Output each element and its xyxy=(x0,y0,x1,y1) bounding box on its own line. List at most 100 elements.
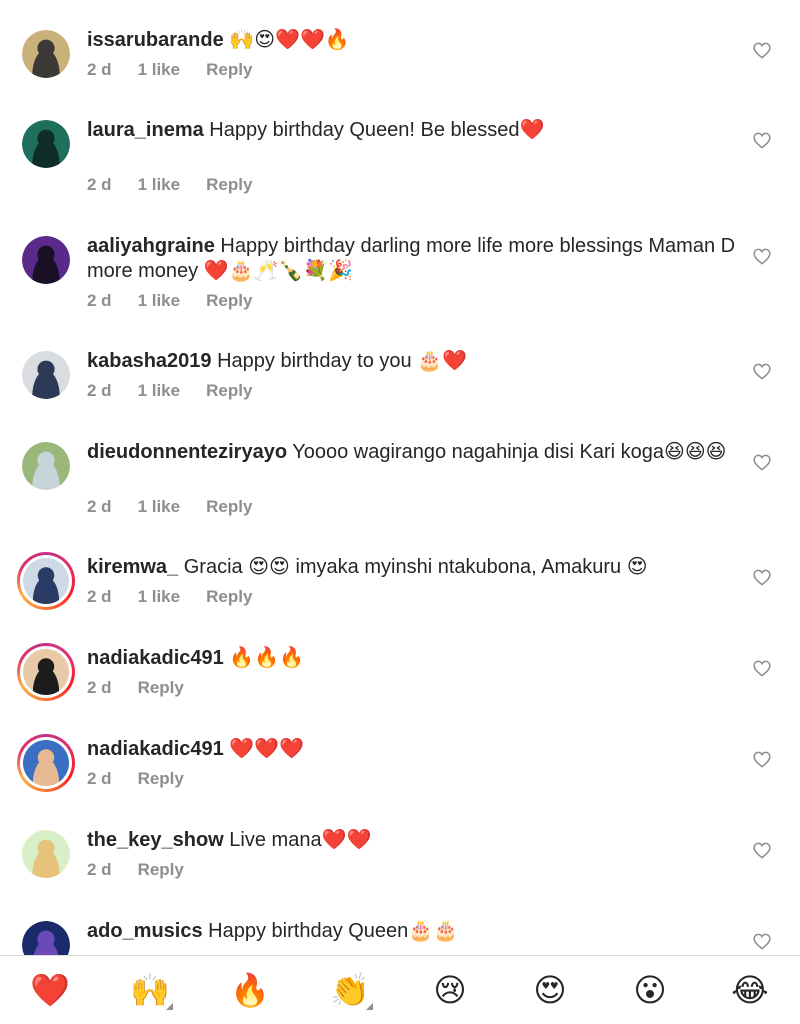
heart-outline-icon[interactable] xyxy=(751,451,773,473)
comment-like-count[interactable]: 1 like xyxy=(138,587,181,607)
comment-username[interactable]: kabasha2019 xyxy=(87,350,212,372)
avatar[interactable] xyxy=(22,442,70,490)
reply-button[interactable]: Reply xyxy=(206,60,252,80)
avatar[interactable] xyxy=(17,552,75,610)
comment-like-count[interactable]: 1 like xyxy=(138,291,181,311)
comment-username[interactable]: ado_musics xyxy=(87,920,203,942)
comment-body: dieudonnenteziryayo Yoooo wagirango naga… xyxy=(87,440,737,465)
comment-meta: 2 d 1 like Reply xyxy=(87,497,278,517)
comment-timestamp: 2 d xyxy=(87,497,112,516)
comment-text: ❤️❤️❤️ xyxy=(223,738,305,760)
avatar[interactable] xyxy=(22,120,70,168)
heart-outline-icon[interactable] xyxy=(751,245,773,267)
heart-outline-icon[interactable] xyxy=(751,360,773,382)
crying-face-icon: 😢 xyxy=(433,971,467,1009)
avatar[interactable] xyxy=(22,921,70,955)
comment-like-count[interactable]: 1 like xyxy=(138,175,181,195)
comment-body: nadiakadic491 🔥🔥🔥 xyxy=(87,646,737,671)
variant-indicator-icon xyxy=(166,1003,173,1010)
reply-button[interactable]: Reply xyxy=(138,678,184,698)
comment-timestamp: 2 d xyxy=(87,175,112,194)
heart-outline-icon[interactable] xyxy=(751,839,773,861)
heart-outline-icon[interactable] xyxy=(751,930,773,952)
comment-meta: 2 d Reply xyxy=(87,678,210,698)
emoji-raising-hands-button[interactable]: 🙌 xyxy=(125,968,175,1012)
avatar[interactable] xyxy=(22,236,70,284)
comment-meta: 2 d Reply xyxy=(87,769,210,789)
reply-button[interactable]: Reply xyxy=(206,587,252,607)
reply-button[interactable]: Reply xyxy=(206,497,252,517)
comment-timestamp: 2 d xyxy=(87,678,112,697)
reply-button[interactable]: Reply xyxy=(206,175,252,195)
emoji-heart-button[interactable]: ❤️ xyxy=(25,968,75,1012)
comment-username[interactable]: nadiakadic491 xyxy=(87,647,224,669)
comment-timestamp: 2 d xyxy=(87,860,112,879)
comment-like-count[interactable]: 1 like xyxy=(138,497,181,517)
comment-text: Happy birthday to you 🎂❤️ xyxy=(211,350,468,372)
comment-body: kiremwa_ Gracia 😍😍 imyaka myinshi ntakub… xyxy=(87,555,737,580)
comment-username[interactable]: aaliyahgraine xyxy=(87,235,215,257)
surprised-face-icon: 😮 xyxy=(633,971,667,1009)
comment-username[interactable]: nadiakadic491 xyxy=(87,738,224,760)
variant-indicator-icon xyxy=(366,1003,373,1010)
comment-body: kabasha2019 Happy birthday to you 🎂❤️ xyxy=(87,349,737,374)
fire-icon: 🔥 xyxy=(230,971,270,1009)
reply-button[interactable]: Reply xyxy=(206,291,252,311)
emoji-heart-eyes-button[interactable]: 😍 xyxy=(525,968,575,1012)
comment-timestamp: 2 d xyxy=(87,381,112,400)
comment-username[interactable]: issarubarande xyxy=(87,29,224,51)
avatar[interactable] xyxy=(17,734,75,792)
heart-outline-icon[interactable] xyxy=(751,129,773,151)
comment-list: issarubarande 🙌😍❤️❤️🔥 2 d 1 like Reply laura… xyxy=(0,0,800,955)
comment-text: 🙌😍❤️❤️🔥 xyxy=(223,29,350,51)
comment-timestamp: 2 d xyxy=(87,291,112,310)
comment-timestamp: 2 d xyxy=(87,769,112,788)
comment-timestamp: 2 d xyxy=(87,587,112,606)
comment-text: Live mana❤️❤️ xyxy=(223,829,372,851)
avatar[interactable] xyxy=(22,830,70,878)
heart-outline-icon[interactable] xyxy=(751,39,773,61)
comment-meta: 2 d 1 like Reply xyxy=(87,60,278,80)
emoji-tears-of-joy-button[interactable]: 😂 xyxy=(725,968,775,1012)
comment-text: Happy birthday Queen🎂🎂 xyxy=(202,920,459,942)
comment-meta: 2 d Reply xyxy=(87,860,210,880)
avatar[interactable] xyxy=(22,351,70,399)
clapping-hands-icon: 👏 xyxy=(330,971,370,1009)
reply-button[interactable]: Reply xyxy=(138,860,184,880)
comment-username[interactable]: dieudonnenteziryayo xyxy=(87,441,287,463)
reply-button[interactable]: Reply xyxy=(138,769,184,789)
comment-body: issarubarande 🙌😍❤️❤️🔥 xyxy=(87,28,737,53)
comment-username[interactable]: laura_inema xyxy=(87,119,204,141)
comment-like-count[interactable]: 1 like xyxy=(138,381,181,401)
heart-eyes-icon: 😍 xyxy=(533,971,567,1009)
comment-body: ado_musics Happy birthday Queen🎂🎂 xyxy=(87,919,737,944)
comment-meta: 2 d 1 like Reply xyxy=(87,381,278,401)
tears-of-joy-icon: 😂 xyxy=(731,971,769,1009)
emoji-surprised-face-button[interactable]: 😮 xyxy=(625,968,675,1012)
comment-meta: 2 d 1 like Reply xyxy=(87,587,278,607)
heart-outline-icon[interactable] xyxy=(751,566,773,588)
emoji-reaction-tray: ❤️ 🙌 🔥 👏 😢 😍 😮 😂 xyxy=(0,955,800,1024)
comment-body: laura_inema Happy birthday Queen! Be ble… xyxy=(87,118,737,143)
comment-username[interactable]: the_key_show xyxy=(87,829,224,851)
comment-text: Gracia 😍😍 imyaka myinshi ntakubona, Amak… xyxy=(178,556,648,578)
emoji-clapping-hands-button[interactable]: 👏 xyxy=(325,968,375,1012)
avatar[interactable] xyxy=(17,643,75,701)
heart-outline-icon[interactable] xyxy=(751,748,773,770)
comment-body: aaliyahgraine Happy birthday darling mor… xyxy=(87,234,737,284)
heart-icon: ❤️ xyxy=(30,971,70,1009)
comment-like-count[interactable]: 1 like xyxy=(138,60,181,80)
comment-timestamp: 2 d xyxy=(87,60,112,79)
comment-meta: 2 d 1 like Reply xyxy=(87,175,278,195)
comment-username[interactable]: kiremwa_ xyxy=(87,556,178,578)
emoji-crying-face-button[interactable]: 😢 xyxy=(425,968,475,1012)
raising-hands-icon: 🙌 xyxy=(130,971,170,1009)
comment-text: 🔥🔥🔥 xyxy=(223,647,305,669)
reply-button[interactable]: Reply xyxy=(206,381,252,401)
comment-text: Happy birthday Queen! Be blessed❤️ xyxy=(203,119,545,141)
emoji-fire-button[interactable]: 🔥 xyxy=(225,968,275,1012)
comment-meta: 2 d 1 like Reply xyxy=(87,291,278,311)
avatar[interactable] xyxy=(22,30,70,78)
heart-outline-icon[interactable] xyxy=(751,657,773,679)
comment-text: Yoooo wagirango nagahinja disi Kari koga… xyxy=(287,441,727,463)
